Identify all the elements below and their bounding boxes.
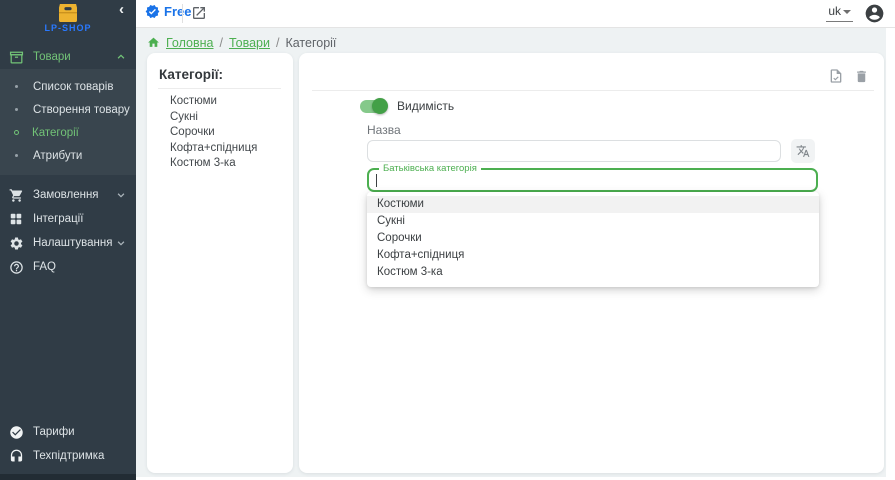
sidebar-nav: Товари Список товарів Створення товару К… [0, 45, 136, 279]
visibility-toggle-row: Видимість [360, 99, 454, 113]
category-list-item[interactable]: Сорочки [170, 125, 287, 141]
sidebar-subitem-attributes[interactable]: Атрибути [0, 144, 136, 167]
category-list-item[interactable]: Кофта+спідниця [170, 141, 287, 157]
shop-bag-icon [57, 4, 79, 22]
box-icon [8, 49, 24, 65]
bullet-icon [15, 154, 18, 157]
sidebar-item-label: Замовлення [33, 189, 116, 201]
toggle-thumb [372, 98, 388, 114]
brand-logo[interactable]: LP-SHOP [0, 4, 136, 33]
visibility-toggle[interactable] [360, 100, 387, 113]
dropdown-option[interactable]: Сукні [367, 213, 819, 230]
sidebar-subitem-categories[interactable]: Категорії [0, 121, 136, 144]
brand-name: LP-SHOP [0, 23, 136, 33]
sidebar-item-products[interactable]: Товари [0, 45, 136, 69]
sidebar: LP-SHOP ‹ Товари Список товарів Створен [0, 0, 136, 480]
plan-badge[interactable]: Free [145, 4, 191, 19]
sidebar-bottom-strip [0, 474, 136, 480]
translate-icon[interactable] [791, 139, 815, 163]
category-list-item[interactable]: Сукні [170, 110, 287, 126]
dropdown-option[interactable]: Кофта+спідниця [367, 247, 819, 264]
sidebar-subitem-label: Список товарів [33, 81, 113, 93]
help-icon [8, 259, 24, 275]
products-submenu: Список товарів Створення товару Категорі… [0, 69, 136, 175]
text-cursor [376, 174, 377, 187]
sidebar-item-label: Інтеграції [33, 213, 126, 225]
sidebar-item-label: Техпідтримка [33, 450, 126, 462]
breadcrumb-separator: / [276, 36, 279, 50]
app-window: LP-SHOP ‹ Товари Список товарів Створен [0, 0, 895, 480]
bullet-icon [15, 85, 18, 88]
open-in-new-icon[interactable] [191, 5, 207, 21]
sidebar-collapse-icon[interactable]: ‹ [119, 3, 124, 17]
parent-category-dropdown: Костюми Сукні Сорочки Кофта+спідниця Кос… [367, 192, 819, 287]
name-input[interactable] [367, 140, 781, 162]
cart-icon [8, 187, 24, 203]
gear-icon [8, 235, 24, 251]
sidebar-item-tariffs[interactable]: Тарифи [0, 420, 136, 444]
account-icon[interactable] [864, 3, 885, 24]
plan-badge-label: Free [164, 4, 191, 19]
sidebar-subitem-product-list[interactable]: Список товарів [0, 75, 136, 98]
sidebar-subitem-product-create[interactable]: Створення товару [0, 98, 136, 121]
caret-down-icon [843, 10, 851, 14]
categories-panel-title: Категорії: [159, 67, 223, 82]
breadcrumb-separator: / [220, 36, 223, 50]
name-field-label: Назва [367, 123, 401, 137]
chevron-up-icon [116, 52, 126, 62]
category-editor-panel: Видимість Назва Батьківська категорія Ко… [299, 53, 884, 473]
main-area: Free uk Головна / Товари / Категорії [136, 0, 895, 480]
headset-icon [8, 448, 24, 464]
sidebar-subitem-label: Категорії [32, 127, 79, 139]
chevron-down-icon [116, 190, 126, 200]
bullet-icon [15, 108, 18, 111]
sidebar-footer: Тарифи Техпідтримка [0, 420, 136, 468]
breadcrumb: Головна / Товари / Категорії [147, 36, 336, 50]
breadcrumb-current: Категорії [285, 36, 336, 50]
verified-icon [145, 4, 160, 19]
parent-category-label: Батьківська категорія [379, 163, 481, 174]
topbar: Free uk [136, 0, 895, 28]
sidebar-header: LP-SHOP ‹ [0, 0, 136, 42]
topbar-divider [182, 4, 183, 23]
sidebar-item-settings[interactable]: Налаштування [0, 231, 136, 255]
sidebar-subitem-label: Створення товару [33, 104, 130, 116]
sidebar-item-label: FAQ [33, 261, 126, 273]
parent-category-field[interactable]: Батьківська категорія [367, 168, 818, 192]
sidebar-item-integrations[interactable]: Інтеграції [0, 207, 136, 231]
categories-list: Костюми Сукні Сорочки Кофта+спідниця Кос… [170, 94, 287, 172]
sidebar-item-faq[interactable]: FAQ [0, 255, 136, 279]
sidebar-item-label: Налаштування [33, 237, 116, 249]
chevron-down-icon [116, 238, 126, 248]
content-area: Головна / Товари / Категорії Категорії: … [136, 28, 886, 477]
dropdown-option[interactable]: Костюми [367, 196, 819, 213]
sidebar-subitem-label: Атрибути [33, 150, 82, 162]
trash-icon[interactable] [851, 66, 871, 86]
bullet-ring-icon [14, 130, 19, 135]
sidebar-item-label: Тарифи [33, 426, 126, 438]
category-list-item[interactable]: Костюм 3-ка [170, 156, 287, 172]
sidebar-item-support[interactable]: Техпідтримка [0, 444, 136, 468]
home-icon[interactable] [147, 36, 160, 49]
save-icon[interactable] [826, 66, 846, 86]
dropdown-option[interactable]: Сорочки [367, 230, 819, 247]
apps-icon [8, 211, 24, 227]
language-value: uk [828, 4, 841, 18]
divider [312, 90, 874, 91]
sidebar-item-orders[interactable]: Замовлення [0, 183, 136, 207]
breadcrumb-link-products[interactable]: Товари [229, 36, 270, 50]
categories-panel: Категорії: Костюми Сукні Сорочки Кофта+с… [147, 53, 293, 473]
visibility-label: Видимість [397, 99, 454, 113]
category-list-item[interactable]: Костюми [170, 94, 287, 110]
breadcrumb-link-home[interactable]: Головна [166, 36, 214, 50]
check-circle-icon [8, 424, 24, 440]
dropdown-option[interactable]: Костюм 3-ка [367, 264, 819, 281]
sidebar-item-label: Товари [33, 51, 116, 63]
divider [158, 88, 281, 89]
language-select[interactable]: uk [826, 4, 853, 22]
